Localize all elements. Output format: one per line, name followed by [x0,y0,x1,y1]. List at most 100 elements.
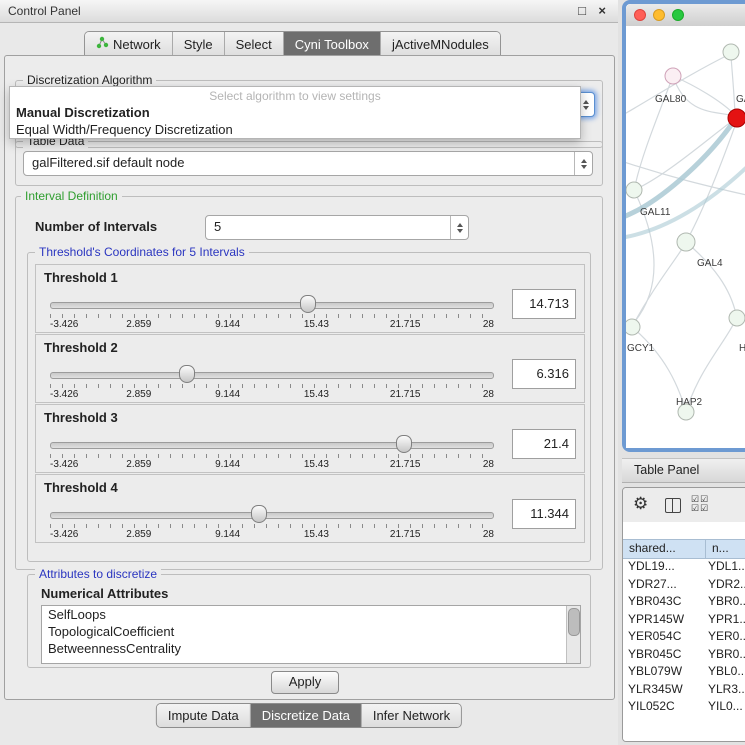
network-node[interactable] [723,44,739,60]
table-row[interactable]: YBL079WYBL0... [623,663,745,681]
node-label-gal4: GAL4 [697,258,723,269]
threshold-3-slider[interactable]: -3.426 2.859 9.144 15.43 21.715 28 [46,433,498,471]
scale-label: 15.43 [304,319,329,330]
list-item[interactable]: SelfLoops [42,606,580,623]
network-view-window: GAL80 GA GAL11 GAL4 GCY1 H HAP2 [622,0,745,452]
table-row[interactable]: YBR043CYBR0... [623,593,745,611]
table-row[interactable]: YDL19...YDL1... [623,558,745,576]
cell: YBL0... [704,663,745,681]
tab-jactivemnodules[interactable]: jActiveMNodules [381,32,500,57]
columns-icon[interactable] [665,498,681,513]
scale-label: 15.43 [304,459,329,470]
network-node[interactable] [626,319,640,335]
tab-impute-data[interactable]: Impute Data [157,704,251,727]
column-header-name[interactable]: n... [706,540,745,558]
slider-track[interactable] [50,442,494,449]
cell: YLR345W [623,681,704,699]
dropdown-option-manual-discretization[interactable]: Manual Discretization [10,104,580,121]
numerical-attributes-label: Numerical Attributes [41,586,168,601]
scrollbar-thumb[interactable] [568,608,580,636]
control-panel-titlebar: Control Panel □ × [0,0,618,23]
dropdown-placeholder-option[interactable]: Select algorithm to view settings [10,87,580,104]
table-row[interactable]: YER054CYER0... [623,628,745,646]
number-of-intervals-combobox[interactable]: 5 [205,215,469,240]
threshold-4-label: Threshold 4 [44,480,118,495]
threshold-2-value-field[interactable]: 6.316 [512,359,576,389]
table-row[interactable]: YIL052CYIL0... [623,698,745,716]
tab-select[interactable]: Select [225,32,284,57]
cell: YER054C [623,628,704,646]
combobox-stepper-icon [450,216,468,239]
slider-track[interactable] [50,302,494,309]
minimize-traffic-light-icon[interactable] [653,9,665,21]
table-row[interactable]: YPR145WYPR1... [623,611,745,629]
scale-label: -3.426 [50,319,78,330]
slider-scale: -3.426 2.859 9.144 15.43 21.715 28 [50,389,494,401]
cell: YIL052C [623,698,704,716]
scale-label: 21.715 [390,319,421,330]
table-header-row: shared... n... [623,539,745,559]
network-node[interactable] [626,182,642,198]
scale-label: 2.859 [126,529,151,540]
threshold-2-label: Threshold 2 [44,340,118,355]
close-traffic-light-icon[interactable] [634,9,646,21]
tab-label: Cyni Toolbox [295,33,369,57]
threshold-1-slider-thumb[interactable] [300,295,316,313]
apply-button[interactable]: Apply [271,671,339,694]
tab-infer-network[interactable]: Infer Network [362,704,461,727]
dropdown-option-equal-width-frequency[interactable]: Equal Width/Frequency Discretization [10,121,580,138]
network-canvas[interactable]: GAL80 GA GAL11 GAL4 GCY1 H HAP2 [626,26,745,448]
table-data-combobox[interactable]: galFiltered.sif default node [23,151,593,176]
table-row[interactable]: YLR345WYLR3... [623,681,745,699]
tab-label: jActiveMNodules [392,33,489,57]
tab-style[interactable]: Style [173,32,225,57]
slider-ticks [50,454,494,458]
scale-label: 15.43 [304,389,329,400]
node-label-clipped: H [739,343,745,354]
threshold-3-slider-thumb[interactable] [396,435,412,453]
network-node[interactable] [665,68,681,84]
slider-track[interactable] [50,512,494,519]
tab-label: Discretize Data [262,704,350,728]
threshold-2-slider[interactable]: -3.426 2.859 9.144 15.43 21.715 28 [46,363,498,401]
list-item[interactable]: BetweennessCentrality [42,640,580,657]
scale-label: 28 [483,389,494,400]
tab-discretize-data[interactable]: Discretize Data [251,704,362,727]
tab-cyni-toolbox[interactable]: Cyni Toolbox [284,32,381,57]
slider-track[interactable] [50,372,494,379]
table-row[interactable]: YDR27...YDR2... [623,576,745,594]
threshold-2-panel: Threshold 2 -3.426 2.859 9.144 15.43 21.… [35,334,585,403]
float-window-icon[interactable]: □ [578,0,586,22]
select-columns-icon[interactable]: ☑☑ ☑☑ [691,495,715,513]
table-body: shared... n... YDL19...YDL1... YDR27...Y… [623,522,745,741]
threshold-1-slider[interactable]: -3.426 2.859 9.144 15.43 21.715 28 [46,293,498,331]
cell: YLR3... [704,681,745,699]
threshold-4-value-field[interactable]: 11.344 [512,499,576,529]
list-scrollbar[interactable] [566,606,580,663]
threshold-4-slider[interactable]: -3.426 2.859 9.144 15.43 21.715 28 [46,503,498,541]
threshold-3-value-field[interactable]: 21.4 [512,429,576,459]
list-item[interactable]: TopologicalCoefficient [42,623,580,640]
network-node[interactable] [729,310,745,326]
cell: YDL19... [623,558,704,576]
table-row[interactable]: YBR045CYBR0... [623,646,745,664]
number-of-intervals-label: Number of Intervals [35,219,157,234]
zoom-traffic-light-icon[interactable] [672,9,684,21]
threshold-2-slider-thumb[interactable] [179,365,195,383]
cell: YDR27... [623,576,704,594]
cell: YBR0... [704,593,745,611]
tab-network[interactable]: Network [85,32,173,57]
network-node[interactable] [677,233,695,251]
threshold-4-slider-thumb[interactable] [251,505,267,523]
table-rows: YDL19...YDL1... YDR27...YDR2... YBR043CY… [623,558,745,741]
threshold-4-panel: Threshold 4 -3.426 2.859 9.144 15.43 21.… [35,474,585,543]
network-tab-icon [96,33,109,57]
thresholds-group-title: Threshold's Coordinates for 5 Intervals [35,245,249,259]
close-window-icon[interactable]: × [598,0,606,22]
table-data-combobox-value: galFiltered.sif default node [24,152,574,175]
threshold-1-value-field[interactable]: 14.713 [512,289,576,319]
column-header-shared-name[interactable]: shared... [623,540,706,558]
network-node-selected[interactable] [728,109,745,127]
gear-icon[interactable]: ⚙ [633,494,648,514]
table-panel-header[interactable]: Table Panel [622,458,745,483]
